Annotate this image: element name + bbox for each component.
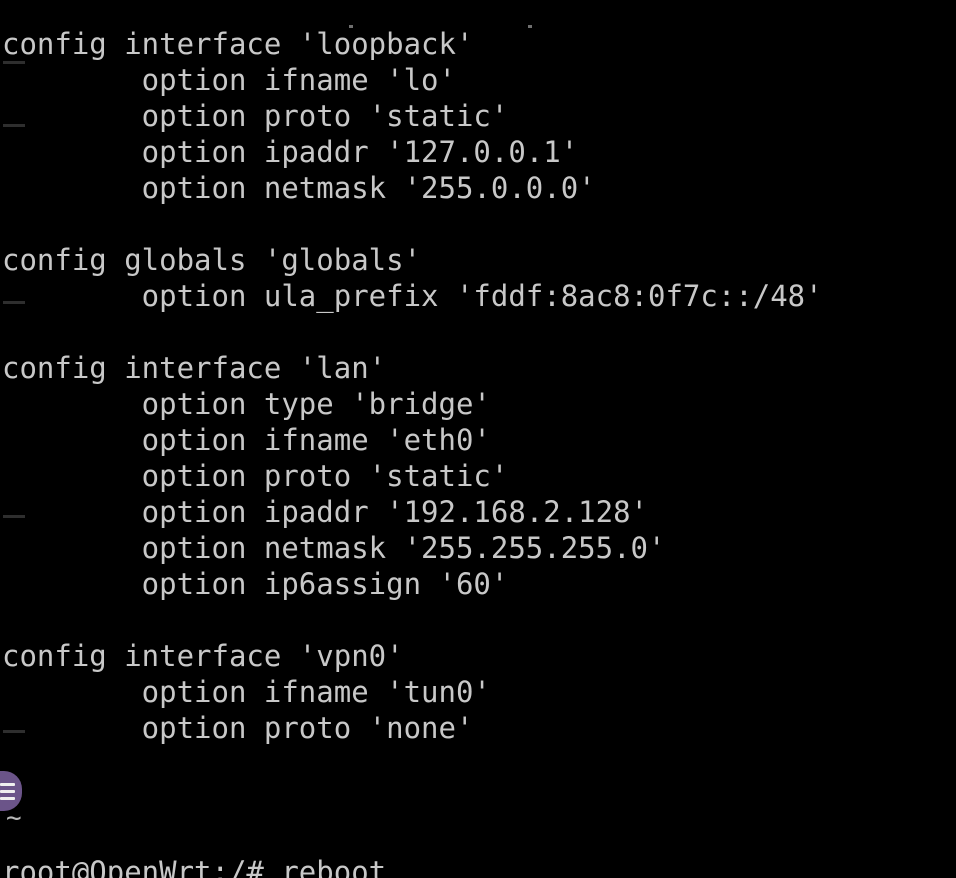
terminal-line: option netmask '255.0.0.0' xyxy=(2,171,596,205)
terminal-line: option ipaddr '127.0.0.1' xyxy=(2,135,579,169)
terminal-line: option ifname 'tun0' xyxy=(2,675,491,709)
terminal-output: config interface 'loopback' option ifnam… xyxy=(0,26,956,878)
terminal-line: option ipaddr '192.168.2.128' xyxy=(2,495,649,529)
terminal-line: option type 'bridge' xyxy=(2,387,491,421)
terminal-line: option netmask '255.255.255.0' xyxy=(2,531,666,565)
terminal-line: option ula_prefix 'fddf:8ac8:0f7c::/48' xyxy=(2,279,823,313)
hamburger-bar xyxy=(0,789,15,793)
terminal-line: option ifname 'lo' xyxy=(2,63,456,97)
hamburger-bar xyxy=(0,796,15,800)
terminal-line: config interface 'vpn0' xyxy=(2,639,404,673)
terminal-line: option ifname 'eth0' xyxy=(2,423,491,457)
hamburger-bar xyxy=(0,782,15,786)
terminal-line: config interface 'lan' xyxy=(2,351,387,385)
terminal-line: option ip6assign '60' xyxy=(2,567,509,601)
terminal-prompt-line[interactable]: root@OpenWrt:/# reboot xyxy=(0,854,956,878)
terminal-line: option proto 'none' xyxy=(2,711,474,745)
terminal-line: option proto 'static' xyxy=(2,459,509,493)
terminal-line: option proto 'static' xyxy=(2,99,509,133)
terminal-line: config interface 'loopback' xyxy=(2,27,474,61)
terminal-line: config globals 'globals' xyxy=(2,243,422,277)
terminal-screen[interactable]: config interface 'loopback' option ifnam… xyxy=(0,0,956,878)
